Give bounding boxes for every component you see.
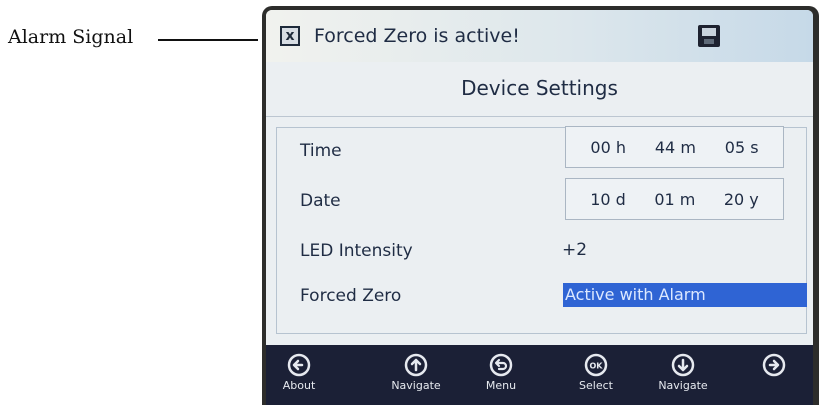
forced-zero-value[interactable]: Active with Alarm <box>563 283 807 307</box>
softkey-label: Navigate <box>658 379 708 392</box>
softkey-navigate-up[interactable]: Navigate <box>376 345 456 405</box>
arrow-up-circle-icon <box>404 353 428 377</box>
date-year-value: 20 y <box>723 189 759 209</box>
led-intensity-label: LED Intensity <box>300 241 413 261</box>
alarm-signal-callout-label: Alarm Signal <box>8 26 134 48</box>
save-icon <box>698 25 720 47</box>
device-screen: x Forced Zero is active! Device Settings… <box>266 10 813 405</box>
alarm-status-bar: x Forced Zero is active! <box>266 10 813 62</box>
ok-icon-text: OK <box>590 362 604 371</box>
time-label: Time <box>300 141 342 161</box>
time-hours-value: 00 h <box>590 137 627 157</box>
softkey-next[interactable] <box>744 345 804 405</box>
arrow-down-circle-icon <box>671 353 695 377</box>
date-field[interactable]: 10 d 01 m 20 y <box>565 178 784 220</box>
time-field[interactable]: 00 h 44 m 05 s <box>565 126 784 168</box>
page-title: Device Settings <box>461 76 618 100</box>
date-day-value: 10 d <box>590 189 626 209</box>
arrow-left-circle-icon <box>287 353 311 377</box>
callout-leader-line <box>158 39 258 41</box>
softkey-bar: About Navigate Menu OK Select Navigate <box>266 345 813 405</box>
softkey-label: Select <box>579 379 613 392</box>
softkey-label: About <box>282 379 316 392</box>
softkey-label: Menu <box>485 379 517 392</box>
softkey-about[interactable]: About <box>266 345 332 405</box>
date-label: Date <box>300 191 341 211</box>
time-seconds-value: 05 s <box>724 137 759 157</box>
softkey-label: Navigate <box>391 379 441 392</box>
forced-zero-label: Forced Zero <box>300 286 402 306</box>
ok-circle-icon: OK <box>584 353 608 377</box>
date-month-value: 01 m <box>654 189 696 209</box>
title-divider <box>266 116 813 117</box>
softkey-navigate-down[interactable]: Navigate <box>643 345 723 405</box>
alarm-message: Forced Zero is active! <box>314 25 520 47</box>
time-minutes-value: 44 m <box>654 137 696 157</box>
arrow-right-circle-icon <box>762 353 786 377</box>
softkey-menu[interactable]: Menu <box>464 345 538 405</box>
return-circle-icon <box>489 353 513 377</box>
led-intensity-value[interactable]: +2 <box>562 240 587 260</box>
softkey-select[interactable]: OK Select <box>556 345 636 405</box>
alarm-close-icon[interactable]: x <box>280 26 300 46</box>
